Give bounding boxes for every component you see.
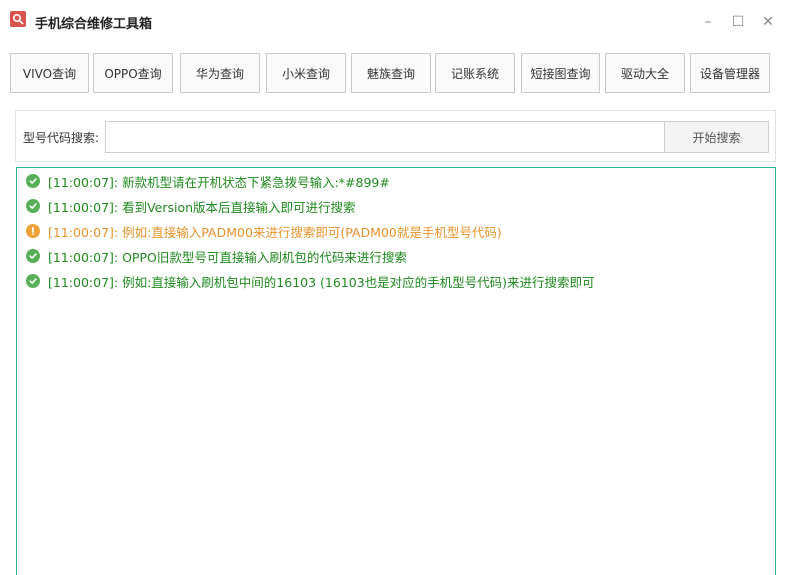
maximize-button[interactable]: ☐ xyxy=(728,12,748,32)
close-button[interactable]: ✕ xyxy=(758,12,778,32)
minimize-button[interactable]: – xyxy=(698,12,718,32)
log-entry: [11:00:07]: 例如:直接输入PADM00来进行搜索即可(PADM00就… xyxy=(26,221,502,241)
short-circuit-diagram-button[interactable]: 短接图查询 xyxy=(521,53,600,93)
device-manager-button[interactable]: 设备管理器 xyxy=(690,53,770,93)
log-text: [11:00:07]: OPPO旧款型号可直接输入刷机包的代码来进行搜索 xyxy=(48,249,407,265)
vivo-query-button[interactable]: VIVO查询 xyxy=(10,53,89,93)
title-bar: 手机综合维修工具箱 – ☐ ✕ xyxy=(0,0,787,44)
search-icon xyxy=(10,11,26,27)
check-circle-icon xyxy=(26,174,40,188)
start-search-button[interactable]: 开始搜索 xyxy=(664,121,769,153)
search-panel: 型号代码搜索: 开始搜索 xyxy=(15,110,776,162)
xiaomi-query-button[interactable]: 小米查询 xyxy=(266,53,346,93)
window-title: 手机综合维修工具箱 xyxy=(35,17,153,32)
log-text: [11:00:07]: 新款机型请在开机状态下紧急拨号输入:*#899# xyxy=(48,174,390,190)
driver-collection-button[interactable]: 驱动大全 xyxy=(605,53,685,93)
check-circle-icon xyxy=(26,249,40,263)
log-entry: [11:00:07]: 看到Version版本后直接输入即可进行搜索 xyxy=(26,196,356,216)
search-label: 型号代码搜索: xyxy=(23,131,100,145)
log-panel[interactable]: [11:00:07]: 新款机型请在开机状态下紧急拨号输入:*#899# [11… xyxy=(16,167,776,575)
check-circle-icon xyxy=(26,274,40,288)
model-code-search-input[interactable] xyxy=(105,121,665,153)
warning-circle-icon xyxy=(26,224,40,238)
oppo-query-button[interactable]: OPPO查询 xyxy=(93,53,173,93)
log-entry: [11:00:07]: 例如:直接输入刷机包中间的16103 (16103也是对… xyxy=(26,271,595,291)
meizu-query-button[interactable]: 魅族查询 xyxy=(351,53,431,93)
check-circle-icon xyxy=(26,199,40,213)
log-text: [11:00:07]: 看到Version版本后直接输入即可进行搜索 xyxy=(48,199,356,215)
log-text: [11:00:07]: 例如:直接输入PADM00来进行搜索即可(PADM00就… xyxy=(48,224,502,240)
huawei-query-button[interactable]: 华为查询 xyxy=(180,53,260,93)
log-entry: [11:00:07]: 新款机型请在开机状态下紧急拨号输入:*#899# xyxy=(26,171,390,191)
accounting-system-button[interactable]: 记账系统 xyxy=(435,53,515,93)
log-entry: [11:00:07]: OPPO旧款型号可直接输入刷机包的代码来进行搜索 xyxy=(26,246,407,266)
log-text: [11:00:07]: 例如:直接输入刷机包中间的16103 (16103也是对… xyxy=(48,274,595,290)
